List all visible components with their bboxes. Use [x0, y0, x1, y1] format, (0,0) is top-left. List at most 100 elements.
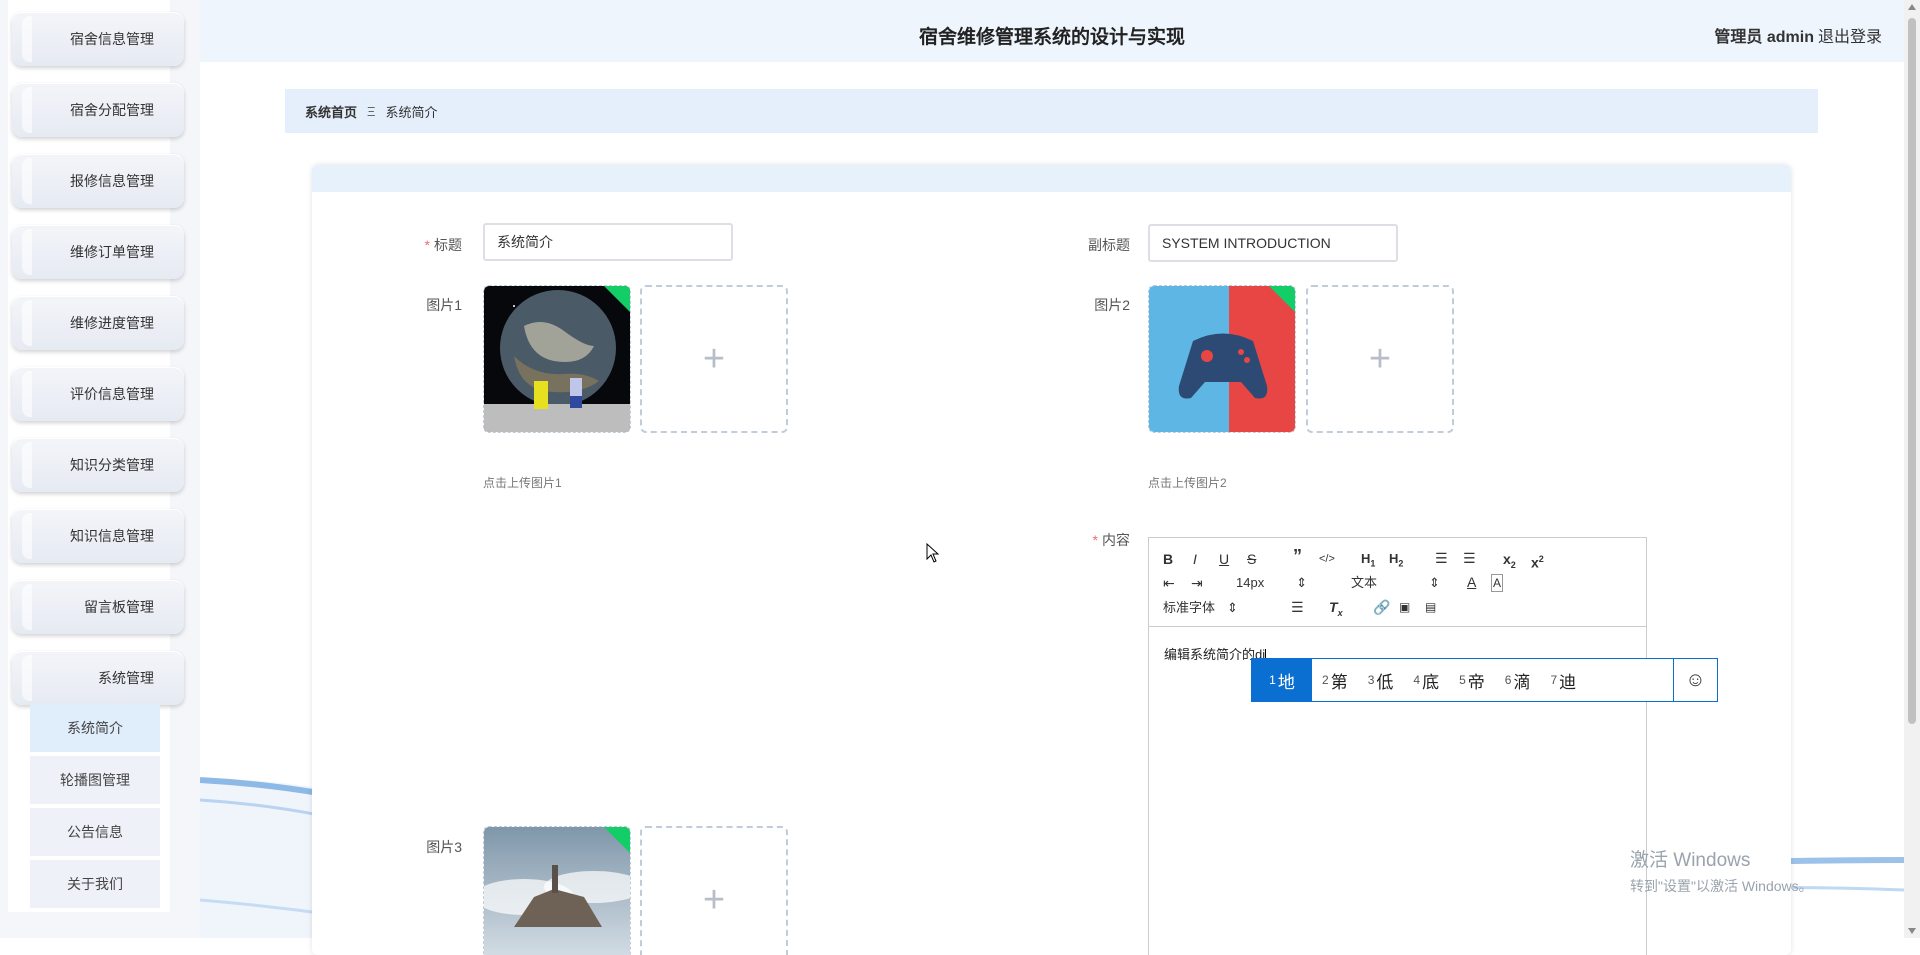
- breadcrumb-home[interactable]: 系统首页: [305, 102, 357, 121]
- font-family-select[interactable]: 标准字体 ⇕: [1163, 600, 1238, 616]
- font-color-icon[interactable]: A: [1467, 574, 1476, 590]
- content-label: * 内容: [1062, 530, 1130, 550]
- menu-system-management[interactable]: 系统管理: [12, 651, 184, 705]
- submenu-carousel[interactable]: 轮播图管理: [30, 756, 160, 806]
- image3-thumbnail[interactable]: [483, 826, 631, 955]
- outdent-icon[interactable]: ⇤: [1163, 575, 1175, 591]
- ime-candidate-2[interactable]: 2第: [1312, 659, 1358, 701]
- menu-label: 报修信息管理: [70, 173, 154, 189]
- menu-evaluations[interactable]: 评价信息管理: [12, 367, 184, 421]
- required-mark: *: [424, 237, 430, 253]
- submenu-label: 轮播图管理: [60, 772, 130, 788]
- font-size-select[interactable]: 14px ⇕: [1236, 575, 1307, 591]
- submenu-announcements[interactable]: 公告信息: [30, 808, 160, 858]
- candidate-char: 底: [1422, 672, 1440, 692]
- uploaded-badge: [603, 286, 630, 313]
- watermark-line1: 激活 Windows: [1630, 850, 1751, 871]
- menu-label: 维修订单管理: [70, 244, 154, 260]
- image1-upload-button[interactable]: +: [640, 285, 788, 433]
- menu-label: 宿舍分配管理: [70, 102, 154, 118]
- code-block-icon[interactable]: </>: [1319, 551, 1335, 567]
- page-scrollbar[interactable]: [1904, 0, 1920, 938]
- ime-candidate-3[interactable]: 3低: [1358, 659, 1404, 701]
- menu-label: 知识信息管理: [70, 528, 154, 544]
- image2-thumbnail[interactable]: [1148, 285, 1296, 433]
- indent-icon[interactable]: ⇥: [1191, 575, 1203, 591]
- menu-label: 系统管理: [98, 670, 154, 686]
- subscript-icon[interactable]: x2: [1503, 551, 1516, 573]
- video-insert-icon[interactable]: ▤: [1425, 599, 1436, 615]
- current-user: 管理员 admin: [1714, 29, 1814, 46]
- candidate-number: 6: [1504, 673, 1512, 687]
- title-label-text: 标题: [434, 237, 462, 253]
- candidate-char: 迪: [1559, 672, 1577, 692]
- block-format-value: 文本: [1351, 575, 1378, 590]
- title-label: * 标题: [402, 235, 462, 255]
- clear-format-icon[interactable]: Tx: [1329, 599, 1343, 621]
- menu-repair-info[interactable]: 报修信息管理: [12, 154, 184, 208]
- uploaded-badge: [603, 827, 630, 854]
- select-arrows-icon: ⇕: [1296, 575, 1308, 590]
- font-family-value: 标准字体: [1163, 600, 1216, 615]
- scroll-up-icon[interactable]: [1908, 4, 1916, 10]
- ime-candidate-5[interactable]: 5帝: [1449, 659, 1495, 701]
- submenu-label: 系统简介: [67, 720, 123, 736]
- ime-candidate-6[interactable]: 6滴: [1495, 659, 1541, 701]
- menu-message-board[interactable]: 留言板管理: [12, 580, 184, 634]
- card-header-bar: [312, 165, 1791, 192]
- italic-icon[interactable]: I: [1193, 551, 1197, 567]
- title-input[interactable]: [483, 223, 733, 261]
- candidate-number: 2: [1322, 673, 1329, 687]
- uploaded-badge: [1268, 286, 1295, 313]
- menu-label: 留言板管理: [84, 599, 154, 615]
- breadcrumb-separator-icon: Ξ: [367, 103, 376, 119]
- superscript-icon[interactable]: x2: [1531, 551, 1544, 571]
- candidate-char: 地: [1277, 672, 1295, 692]
- menu-knowledge-categories[interactable]: 知识分类管理: [12, 438, 184, 492]
- subtitle-input[interactable]: [1148, 224, 1398, 262]
- ime-candidate-1[interactable]: 1地: [1252, 659, 1312, 701]
- image-insert-icon[interactable]: ▣: [1399, 599, 1410, 615]
- image2-upload-button[interactable]: +: [1306, 285, 1454, 433]
- image1-thumbnail[interactable]: [483, 285, 631, 433]
- logout-link[interactable]: 退出登录: [1818, 23, 1882, 47]
- scrollbar-thumb[interactable]: [1908, 18, 1916, 724]
- heading1-icon[interactable]: H1: [1361, 551, 1375, 572]
- emoji-icon[interactable]: ☺: [1673, 659, 1717, 701]
- menu-repair-orders[interactable]: 维修订单管理: [12, 225, 184, 279]
- ordered-list-icon[interactable]: ☰: [1435, 550, 1448, 566]
- strike-icon[interactable]: S: [1247, 551, 1256, 567]
- candidate-char: 第: [1330, 672, 1348, 692]
- menu-label: 评价信息管理: [70, 386, 154, 402]
- menu-dorm-allocation[interactable]: 宿舍分配管理: [12, 83, 184, 137]
- menu-dorm-info[interactable]: 宿舍信息管理: [12, 12, 184, 66]
- required-mark: *: [1092, 532, 1098, 548]
- candidate-char: 帝: [1467, 672, 1485, 692]
- submenu-system-intro[interactable]: 系统简介: [30, 704, 160, 754]
- align-icon[interactable]: ☰: [1291, 599, 1304, 615]
- form-card: *标题 副标题 图片1 + 点击上传图片1 图片2 +: [312, 165, 1791, 955]
- ime-candidate-4[interactable]: 4底: [1403, 659, 1449, 701]
- candidate-char: 低: [1376, 672, 1394, 692]
- subtitle-label: 副标题: [1088, 237, 1130, 253]
- background-color-icon[interactable]: A: [1491, 574, 1504, 592]
- menu-label: 宿舍信息管理: [70, 31, 154, 47]
- sidebar: 宿舍信息管理 宿舍分配管理 报修信息管理 维修订单管理 维修进度管理 评价信息管…: [0, 0, 200, 938]
- menu-repair-progress[interactable]: 维修进度管理: [12, 296, 184, 350]
- block-format-select[interactable]: 文本 ⇕: [1351, 575, 1440, 591]
- menu-label: 维修进度管理: [70, 315, 154, 331]
- underline-icon[interactable]: U: [1219, 551, 1229, 567]
- scroll-down-icon[interactable]: [1908, 928, 1916, 934]
- menu-knowledge-info[interactable]: 知识信息管理: [12, 509, 184, 563]
- submenu-about-us[interactable]: 关于我们: [30, 860, 160, 910]
- bullet-list-icon[interactable]: ☰: [1463, 550, 1476, 566]
- candidate-number: 1: [1269, 673, 1276, 687]
- bold-icon[interactable]: B: [1163, 551, 1173, 567]
- image3-upload-button[interactable]: +: [640, 826, 788, 955]
- editor-toolbar: B I U S ” </> H1 H2 ☰ ☰ x2 x2 ⇤ ⇥ 14px ⇕ …: [1149, 538, 1646, 627]
- link-icon[interactable]: 🔗: [1373, 599, 1390, 615]
- ime-candidate-7[interactable]: 7迪: [1540, 659, 1586, 701]
- heading2-icon[interactable]: H2: [1389, 551, 1403, 572]
- font-size-value: 14px: [1236, 575, 1265, 590]
- blockquote-icon[interactable]: ”: [1293, 547, 1302, 565]
